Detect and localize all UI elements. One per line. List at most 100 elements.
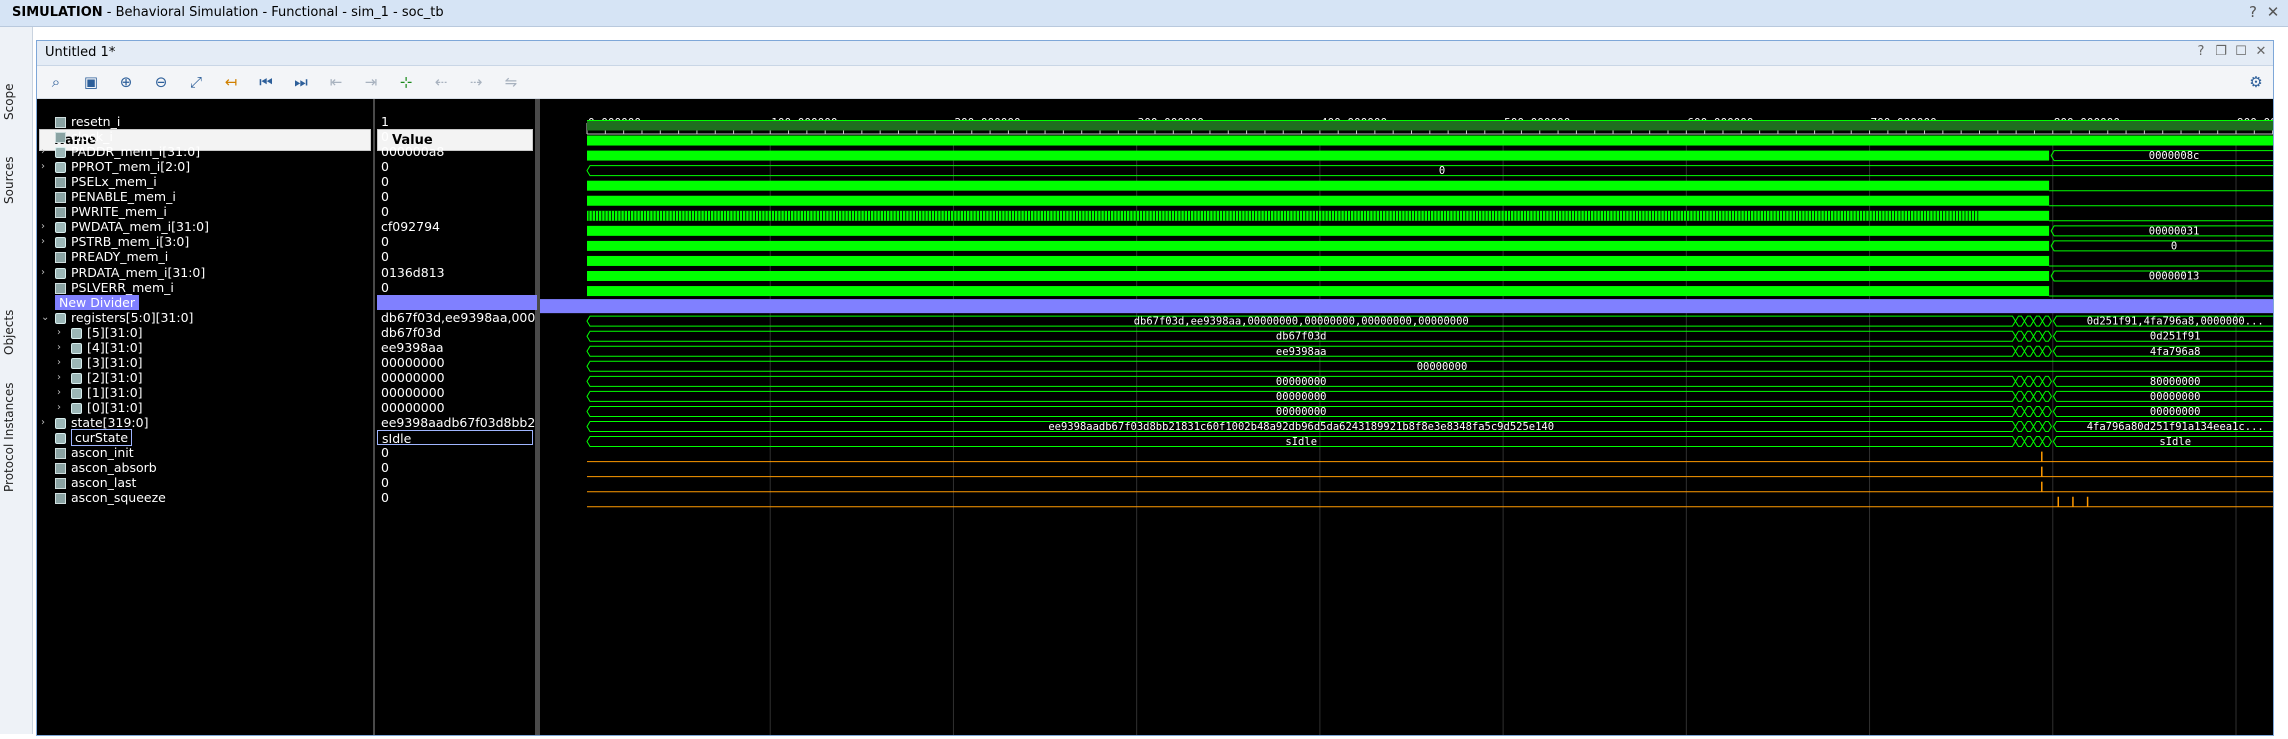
expand-icon[interactable]: › [57, 400, 61, 415]
signal-name: [4][31:0] [87, 339, 143, 355]
wave-toolbar: ⌕ ▣ ⊕ ⊖ ⤢ ↤ ⏮ ⏭ ⇤ ⇥ ⊹ ⇠ ⇢ ⇋ ⚙ [37, 66, 2273, 99]
tab-protocol-instances[interactable]: Protocol Instances [2, 372, 30, 502]
swap-cursors-icon[interactable]: ⇋ [500, 72, 522, 92]
signal-name: state[319:0] [71, 415, 149, 430]
go-to-cursor-icon[interactable]: ↤ [220, 72, 242, 92]
expand-icon[interactable]: › [57, 325, 61, 340]
signal-value: 0 [381, 249, 389, 265]
signal-value: 00000000 [381, 354, 445, 370]
signal-value: db67f03d,ee9398aa,000 [381, 309, 536, 325]
bus-value-label: 00000000 [1276, 406, 1327, 418]
close-panel-icon[interactable]: ✕ [2253, 44, 2269, 60]
signal-value: 00000000 [381, 384, 445, 400]
save-icon[interactable]: ▣ [80, 72, 102, 92]
bus-segment [2014, 345, 2026, 357]
expand-icon[interactable]: › [57, 385, 61, 400]
wire-signal-icon [55, 117, 66, 128]
bus-value-label: 0d251f91 [2150, 331, 2201, 343]
signal-name: curState [71, 429, 133, 447]
wave-dense-block [587, 195, 2050, 206]
bus-segment [2032, 330, 2044, 342]
bus-segment [2032, 315, 2044, 327]
wire-signal-icon [55, 252, 66, 264]
bus-signal-icon [55, 162, 66, 174]
tab-sources[interactable]: Sources [2, 145, 30, 215]
expand-icon[interactable]: › [57, 340, 61, 355]
bus-segment [2041, 330, 2053, 342]
bus-segment [2023, 315, 2035, 327]
signal-value: 0 [381, 279, 389, 295]
bus-segment [2041, 436, 2053, 448]
bus-segment [2032, 421, 2044, 432]
bus-signal-icon [55, 433, 66, 445]
expand-icon[interactable]: › [41, 265, 45, 280]
bus-segment [2032, 405, 2044, 417]
tab-scope[interactable]: Scope [2, 62, 30, 142]
panel-header: Untitled 1* ? ❐ ☐ ✕ [37, 41, 2273, 66]
help-icon[interactable]: ? [2193, 44, 2209, 60]
expand-icon[interactable]: › [41, 159, 45, 174]
wave-dense-block [587, 255, 2050, 266]
window-title-bar: SIMULATION - Behavioral Simulation - Fun… [0, 0, 2288, 27]
zoom-in-icon[interactable]: ⊕ [115, 72, 137, 92]
wire-signal-icon [55, 493, 66, 505]
bus-segment [2014, 390, 2026, 402]
expand-icon[interactable]: › [41, 144, 45, 159]
side-tab-bar: Scope Sources Objects Protocol Instances [0, 27, 33, 734]
bus-value-label: 00000000 [1276, 376, 1327, 388]
collapse-icon[interactable]: ⌄ [41, 310, 49, 325]
bus-signal-icon [55, 147, 66, 159]
signal-name: ascon_absorb [71, 460, 157, 476]
bus-value-label: 0 [1439, 165, 1445, 177]
expand-icon[interactable]: › [41, 219, 45, 234]
prev-marker-icon[interactable]: ⇠ [430, 72, 452, 92]
expand-icon[interactable]: › [57, 355, 61, 370]
maximize-icon[interactable]: ☐ [2233, 44, 2249, 60]
wire-signal-icon [55, 177, 66, 189]
bus-value-label: 00000000 [1276, 391, 1327, 403]
zoom-fit-icon[interactable]: ⤢ [185, 72, 207, 92]
restore-icon[interactable]: ❐ [2213, 44, 2229, 60]
wire-signal-icon [55, 192, 66, 204]
close-icon[interactable]: ✕ [2264, 3, 2282, 21]
tab-objects[interactable]: Objects [2, 302, 30, 362]
prev-transition-icon[interactable]: ⇤ [325, 72, 347, 92]
bus-segment [2032, 345, 2044, 357]
wire-signal-icon [55, 282, 66, 294]
signal-name: PREADY_mem_i [71, 249, 169, 265]
bus-segment [2041, 375, 2053, 387]
signal-name: PRDATA_mem_i[31:0] [71, 264, 206, 280]
signal-value: db67f03d [381, 324, 442, 340]
waveform-canvas[interactable]: 0.000000 us100.000000 us200.000000 us300… [540, 99, 2288, 735]
bus-segment [2050, 240, 2288, 252]
signal-value: cf092794 [381, 219, 440, 235]
zoom-out-icon[interactable]: ⊖ [150, 72, 172, 92]
bus-segment [2023, 421, 2035, 432]
next-marker-icon[interactable]: ⇢ [465, 72, 487, 92]
signal-value: 1 [381, 114, 389, 129]
wire-signal-icon [55, 132, 66, 144]
settings-gear-icon[interactable]: ⚙ [2245, 72, 2267, 92]
bus-value-label: sIdle [2159, 436, 2191, 448]
wave-dense-block [587, 120, 2288, 131]
signal-value: 0 [381, 234, 389, 250]
bus-segment [2032, 390, 2044, 402]
go-to-end-icon[interactable]: ⏭ [290, 72, 312, 92]
wire-signal-icon [55, 463, 66, 475]
bus-signal-icon [55, 237, 66, 249]
bus-segment [2014, 330, 2026, 342]
go-to-start-icon[interactable]: ⏮ [255, 72, 277, 92]
bus-segment [2023, 390, 2035, 402]
expand-icon[interactable]: › [57, 370, 61, 385]
signal-value: 0 [381, 204, 389, 220]
expand-icon[interactable]: › [41, 415, 45, 430]
signal-value: 0 [381, 159, 389, 175]
signal-value: 0136d813 [381, 264, 445, 280]
window-title: SIMULATION - Behavioral Simulation - Fun… [12, 5, 444, 20]
search-icon[interactable]: ⌕ [45, 72, 67, 92]
bus-segment [2023, 330, 2035, 342]
next-transition-icon[interactable]: ⇥ [360, 72, 382, 92]
expand-icon[interactable]: › [41, 234, 45, 249]
add-marker-icon[interactable]: ⊹ [395, 72, 417, 92]
question-icon[interactable]: ? [2244, 3, 2262, 21]
